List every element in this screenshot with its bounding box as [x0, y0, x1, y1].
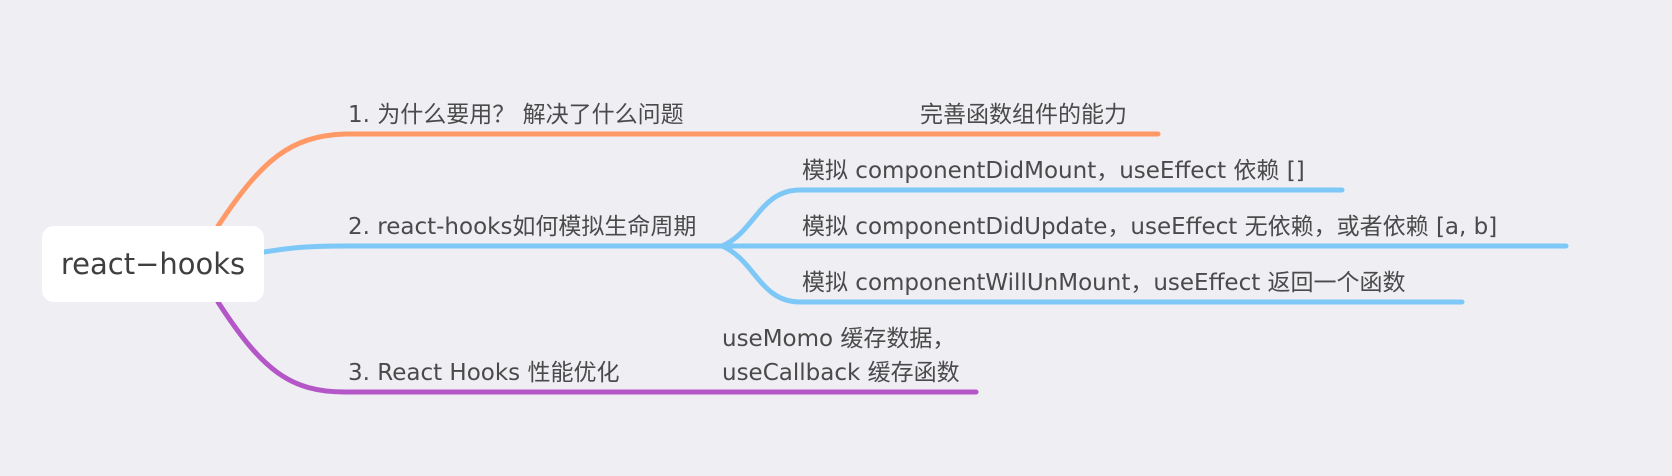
branch-2-label[interactable]: 2. react-hooks如何模拟生命周期: [348, 212, 696, 242]
branch-2-child-1-label[interactable]: 模拟 componentDidMount，useEffect 依赖 []: [802, 156, 1305, 186]
branch-2-connector: [261, 243, 725, 255]
branch-3-child-1-line-2[interactable]: useCallback 缓存函数: [722, 358, 960, 388]
branch-1-label[interactable]: 1. 为什么要用？ 解决了什么问题: [348, 100, 684, 130]
branch-2-child-3-label[interactable]: 模拟 componentWillUnMount，useEffect 返回一个函数: [802, 268, 1406, 298]
branch-1-child-1-label[interactable]: 完善函数组件的能力: [920, 100, 1127, 130]
branch-2-child-2-label[interactable]: 模拟 componentDidUpdate，useEffect 无依赖，或者依赖…: [802, 212, 1497, 242]
branch-3-label[interactable]: 3. React Hooks 性能优化: [348, 358, 619, 388]
root-label: react−hooks: [60, 247, 246, 281]
branch-3-child-1-line-1[interactable]: useMomo 缓存数据，: [722, 324, 955, 354]
root-node[interactable]: react−hooks: [42, 226, 264, 302]
